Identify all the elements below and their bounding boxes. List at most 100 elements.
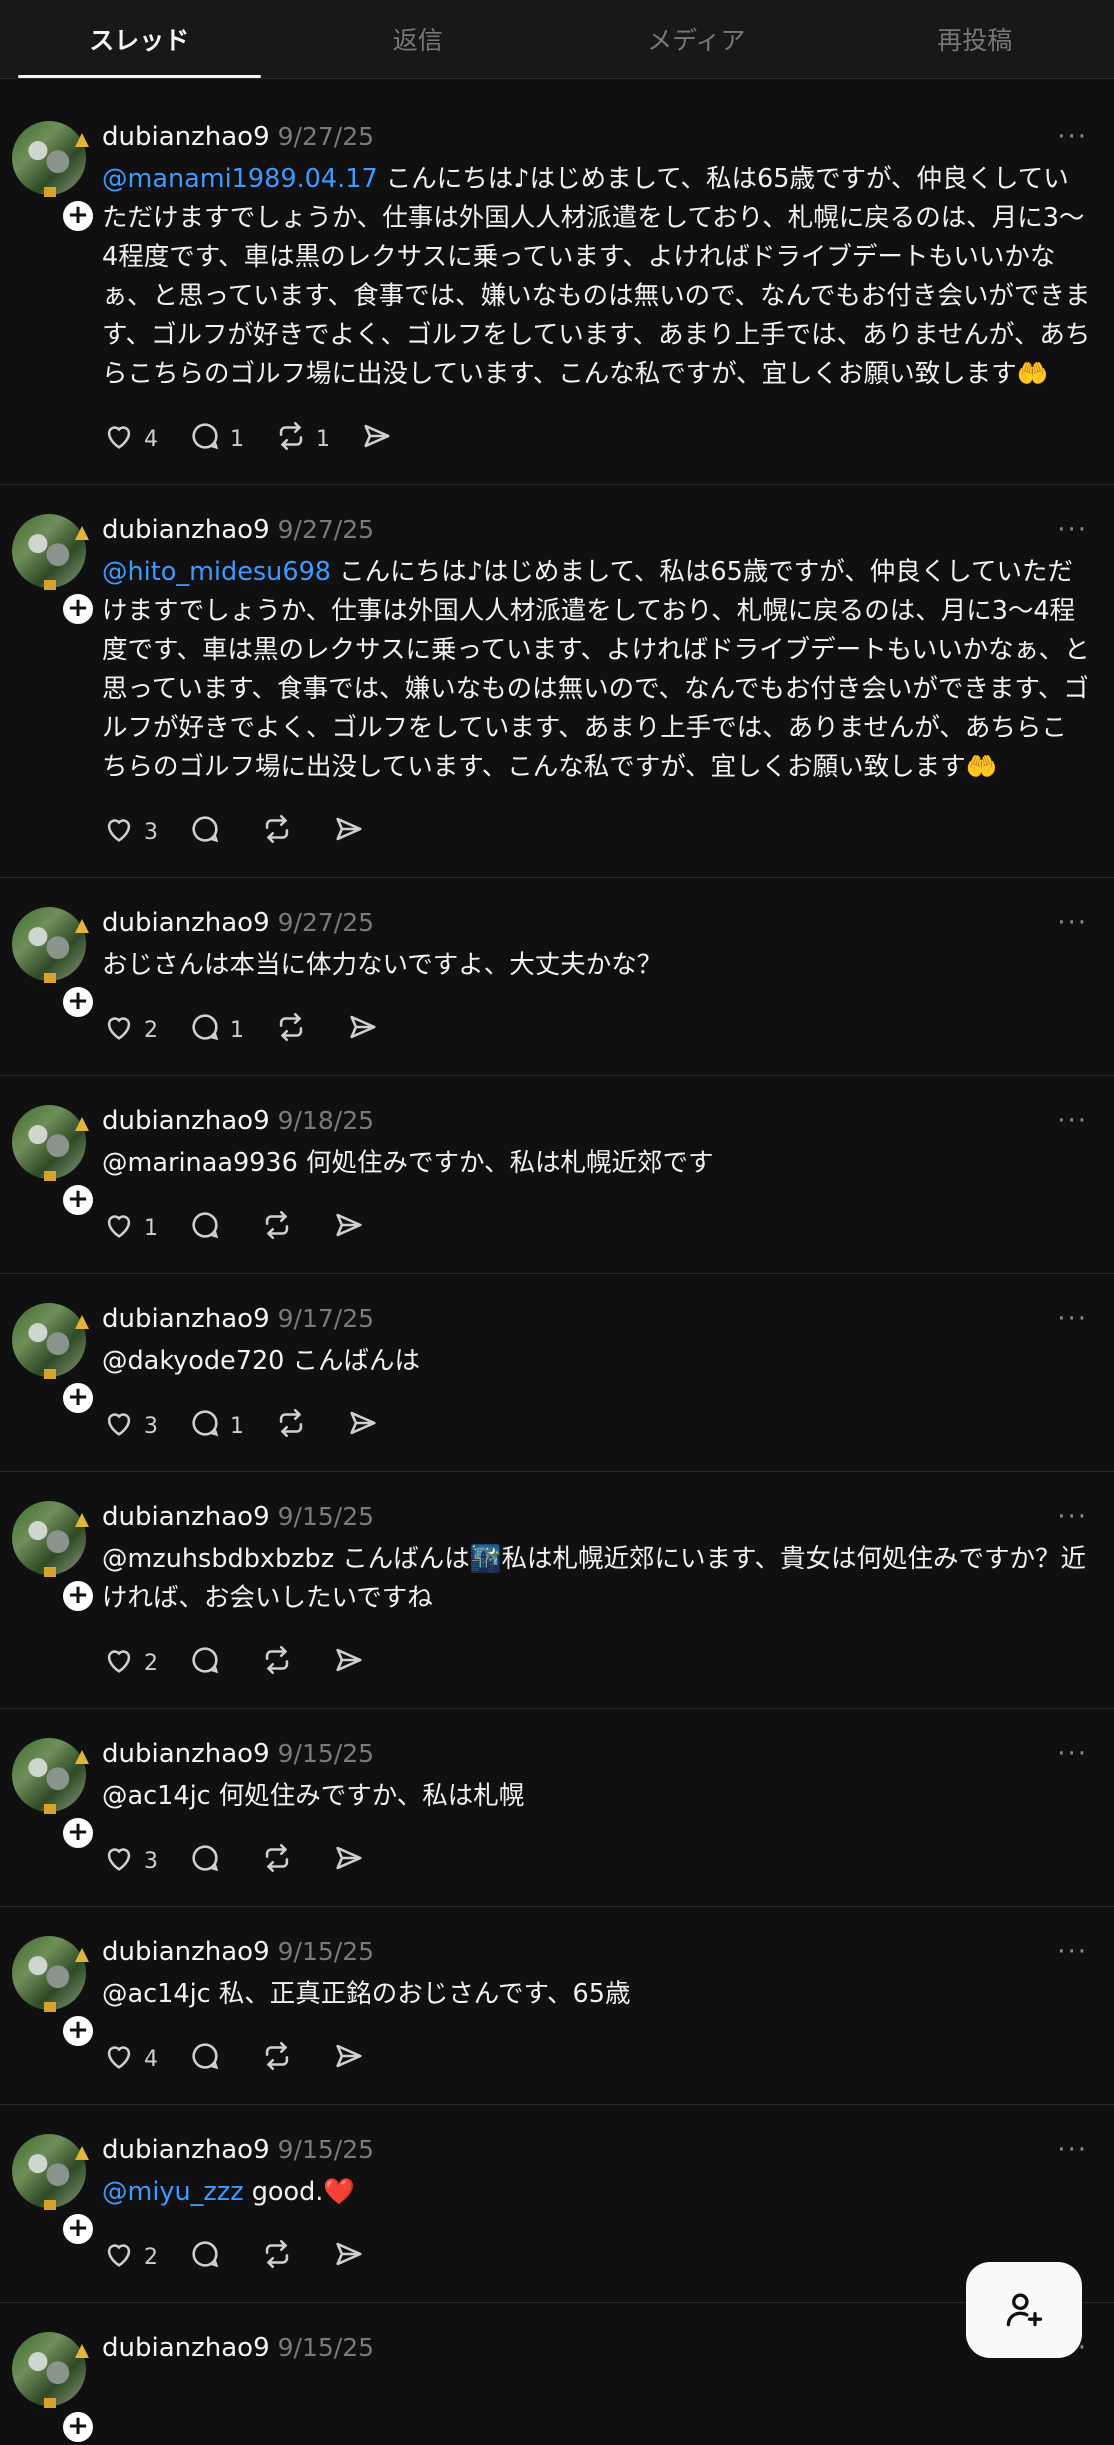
follow-plus-icon[interactable]: + — [60, 1578, 96, 1614]
like-button[interactable]: 4 — [102, 2039, 158, 2079]
repost-button[interactable] — [260, 1841, 302, 1881]
follow-plus-icon[interactable]: + — [60, 198, 96, 234]
reply-button[interactable] — [188, 812, 230, 852]
follow-plus-icon[interactable]: + — [60, 591, 96, 627]
repost-button[interactable]: 1 — [274, 419, 330, 459]
avatar[interactable] — [12, 514, 86, 588]
reply-button[interactable]: 1 — [188, 1406, 244, 1446]
avatar[interactable] — [12, 2332, 86, 2406]
username[interactable]: dubianzhao9 — [102, 1739, 270, 1769]
follow-plus-icon[interactable]: + — [60, 2211, 96, 2247]
more-options-icon[interactable]: ··· — [1057, 908, 1088, 938]
username[interactable]: dubianzhao9 — [102, 1937, 270, 1967]
repost-button[interactable] — [260, 1208, 302, 1248]
repost-button[interactable] — [260, 812, 302, 852]
thread-post[interactable]: +dubianzhao99/15/25··· — [0, 2303, 1114, 2363]
share-button[interactable] — [332, 2237, 366, 2277]
follow-plus-icon[interactable]: + — [60, 984, 96, 1020]
username[interactable]: dubianzhao9 — [102, 2135, 270, 2165]
thread-post[interactable]: +dubianzhao99/15/25···@miyu_zzz good.❤️2 — [0, 2105, 1114, 2303]
like-button[interactable]: 1 — [102, 1208, 158, 1248]
avatar[interactable] — [12, 1105, 86, 1179]
avatar[interactable] — [12, 907, 86, 981]
mention[interactable]: @ac14jc — [102, 1979, 211, 2009]
tab-1[interactable]: スレッド — [0, 0, 279, 78]
mention[interactable]: @mzuhsbdbxbzbz — [102, 1544, 334, 1574]
share-button[interactable] — [332, 1208, 366, 1248]
more-options-icon[interactable]: ··· — [1057, 1937, 1088, 1967]
share-button[interactable] — [346, 1406, 380, 1446]
thread-post[interactable]: +dubianzhao99/27/25···@manami1989.04.17 … — [0, 92, 1114, 485]
like-button[interactable]: 2 — [102, 1643, 158, 1683]
more-options-icon[interactable]: ··· — [1057, 1304, 1088, 1334]
more-options-icon[interactable]: ··· — [1057, 122, 1088, 152]
avatar[interactable] — [12, 1501, 86, 1575]
reply-button[interactable] — [188, 1643, 230, 1683]
thread-post[interactable]: +dubianzhao99/27/25···@hito_midesu698 こん… — [0, 485, 1114, 878]
thread-post[interactable]: +dubianzhao99/15/25···@ac14jc 何処住みですか、私は… — [0, 1709, 1114, 1907]
avatar[interactable] — [12, 121, 86, 195]
repost-button[interactable] — [274, 1406, 316, 1446]
share-button[interactable] — [346, 1010, 380, 1050]
share-button[interactable] — [332, 2039, 366, 2079]
follow-plus-icon[interactable]: + — [60, 2013, 96, 2049]
mention[interactable]: @ac14jc — [102, 1781, 211, 1811]
tab-2[interactable]: 返信 — [279, 0, 558, 78]
tab-4[interactable]: 再投稿 — [836, 0, 1114, 78]
like-button[interactable]: 3 — [102, 812, 158, 852]
repost-button[interactable] — [274, 1010, 316, 1050]
thread-post[interactable]: +dubianzhao99/15/25···@ac14jc 私、正真正銘のおじさ… — [0, 1907, 1114, 2105]
mention[interactable]: @manami1989.04.17 — [102, 164, 378, 194]
mention[interactable]: @dakyode720 — [102, 1346, 284, 1376]
like-button[interactable]: 4 — [102, 419, 158, 459]
share-button[interactable] — [332, 1643, 366, 1683]
username[interactable]: dubianzhao9 — [102, 515, 270, 545]
avatar[interactable] — [12, 1936, 86, 2010]
reply-button[interactable] — [188, 1841, 230, 1881]
more-options-icon[interactable]: ··· — [1057, 515, 1088, 545]
username[interactable]: dubianzhao9 — [102, 1304, 270, 1334]
reply-button[interactable]: 1 — [188, 1010, 244, 1050]
repost-button[interactable] — [260, 2237, 302, 2277]
more-options-icon[interactable]: ··· — [1057, 1106, 1088, 1136]
username[interactable]: dubianzhao9 — [102, 1106, 270, 1136]
follow-plus-icon[interactable]: + — [60, 1380, 96, 1416]
thread-post[interactable]: +dubianzhao99/27/25···おじさんは本当に体力ないですよ、大丈… — [0, 878, 1114, 1076]
more-options-icon[interactable]: ··· — [1057, 1739, 1088, 1769]
username[interactable]: dubianzhao9 — [102, 2333, 270, 2363]
share-button[interactable] — [332, 812, 366, 852]
mention[interactable]: @marinaa9936 — [102, 1148, 298, 1178]
add-person-button[interactable] — [966, 2262, 1082, 2358]
reply-button[interactable] — [188, 2237, 230, 2277]
follow-plus-icon[interactable]: + — [60, 1182, 96, 1218]
mention[interactable]: @miyu_zzz — [102, 2177, 244, 2207]
username[interactable]: dubianzhao9 — [102, 908, 270, 938]
reply-button[interactable]: 1 — [188, 419, 244, 459]
avatar[interactable] — [12, 1738, 86, 1812]
follow-plus-icon[interactable]: + — [60, 2409, 96, 2445]
heart-icon — [102, 2039, 136, 2079]
tab-3[interactable]: メディア — [557, 0, 836, 78]
like-button[interactable]: 2 — [102, 2237, 158, 2277]
avatar[interactable] — [12, 1303, 86, 1377]
username[interactable]: dubianzhao9 — [102, 122, 270, 152]
like-button[interactable]: 3 — [102, 1841, 158, 1881]
thread-post[interactable]: +dubianzhao99/18/25···@marinaa9936 何処住みで… — [0, 1076, 1114, 1274]
like-button[interactable]: 3 — [102, 1406, 158, 1446]
more-options-icon[interactable]: ··· — [1057, 2135, 1088, 2165]
username[interactable]: dubianzhao9 — [102, 1502, 270, 1532]
repost-button[interactable] — [260, 2039, 302, 2079]
like-button[interactable]: 2 — [102, 1010, 158, 1050]
mention[interactable]: @hito_midesu698 — [102, 557, 331, 587]
more-options-icon[interactable]: ··· — [1057, 1502, 1088, 1532]
share-button[interactable] — [360, 419, 394, 459]
avatar[interactable] — [12, 2134, 86, 2208]
share-button[interactable] — [332, 1841, 366, 1881]
heart-icon — [102, 2237, 136, 2277]
follow-plus-icon[interactable]: + — [60, 1815, 96, 1851]
thread-post[interactable]: +dubianzhao99/15/25···@mzuhsbdbxbzbz こんば… — [0, 1472, 1114, 1709]
thread-post[interactable]: +dubianzhao99/17/25···@dakyode720 こんばんは3… — [0, 1274, 1114, 1472]
repost-button[interactable] — [260, 1643, 302, 1683]
reply-button[interactable] — [188, 1208, 230, 1248]
reply-button[interactable] — [188, 2039, 230, 2079]
